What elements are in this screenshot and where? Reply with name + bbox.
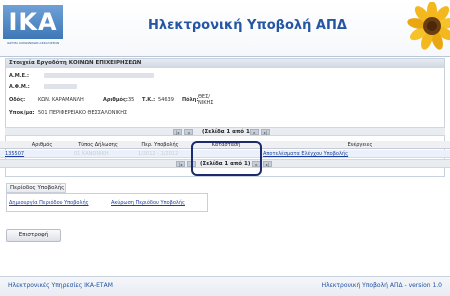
back-button[interactable]: Επιστροφή — [6, 229, 61, 242]
page-footer: Ηλεκτρονικές Υπηρεσίες ΙΚΑ-ΕΤΑΜ Ηλεκτρον… — [0, 276, 450, 296]
first-page-button-bottom[interactable]: |◂ — [176, 161, 185, 167]
branch-label: Υποκ/μα: — [9, 110, 35, 116]
sunflower-icon — [407, 2, 450, 50]
street-value: ΚΩΝ. ΚΑΡΑΜΑΝΛΗ — [38, 97, 84, 103]
city-value-line2: ΝΙΚΗΣ — [198, 100, 214, 106]
submission-number-link[interactable]: 135507 — [5, 150, 24, 158]
afm-value-redacted — [44, 84, 77, 89]
city-label: Πόλη: — [182, 97, 199, 103]
column-header-period[interactable]: Περ. Υποβολής — [130, 141, 190, 149]
period-panel: Δημιουργία Περιόδου Υποβολής Ακύρωση Περ… — [6, 193, 208, 212]
ika-logo: IKA ΙΔΡΥΜΑ ΚΟΙΝΩΝΙΚΩΝ ΑΣΦΑΛΙΣΕΩΝ — [3, 5, 63, 47]
submission-period: 1/2012 - 1/2012 — [138, 151, 179, 157]
ame-value-redacted — [44, 73, 154, 78]
app-title: Ηλεκτρονική Υποβολή ΑΠΔ — [148, 18, 347, 33]
column-header-type[interactable]: Τύπος Δήλωσης — [68, 141, 128, 149]
footer-left-text: Ηλεκτρονικές Υπηρεσίες ΙΚΑ-ΕΤΑΜ — [8, 282, 113, 289]
next-page-button[interactable]: ▸ — [250, 129, 259, 135]
declaration-type: 01 ΚΑΝΟΝΙΚΗ — [74, 151, 109, 157]
street-label: Οδός: — [9, 97, 26, 103]
afm-label: Α.Φ.Μ.: — [9, 84, 30, 90]
postal-code-value: 54639 — [158, 97, 174, 103]
check-results-link[interactable]: Αποτελέσματα Ελέγχου Υποβολής — [263, 150, 348, 158]
status-highlight-callout — [191, 141, 262, 176]
logo-mark: IKA — [3, 5, 63, 39]
last-page-button-bottom[interactable]: ▸| — [263, 161, 272, 167]
prev-page-button[interactable]: ◂ — [184, 129, 193, 135]
pager-top: |◂ ◂ (Σελίδα 1 από 1) ▸ ▸| — [5, 127, 445, 136]
logo-subtext: ΙΔΡΥΜΑ ΚΟΙΝΩΝΙΚΩΝ ΑΣΦΑΛΙΣΕΩΝ — [6, 41, 60, 45]
number-value: 35 — [128, 97, 135, 103]
employer-section-title: Στοιχεία Εργοδότη ΚΟΙΝΩΝ ΕΠΙΧΕΙΡΗΣΕΩΝ — [6, 59, 444, 68]
period-tab[interactable]: Περίοδος Υποβολής — [6, 183, 66, 193]
number-label: Αριθμός: — [103, 97, 128, 103]
first-page-button[interactable]: |◂ — [173, 129, 182, 135]
header-divider — [0, 56, 450, 57]
postal-code-label: Τ.Κ.: — [142, 97, 156, 103]
create-period-link[interactable]: Δημιουργία Περιόδου Υποβολής — [9, 199, 89, 207]
last-page-button[interactable]: ▸| — [261, 129, 270, 135]
cancel-period-link[interactable]: Ακύρωση Περιόδου Υποβολής — [111, 199, 185, 207]
column-header-actions: Ενέργειες — [347, 142, 373, 148]
branch-value: 501 ΠΕΡΙΦΕΡΕΙΑΚΟ ΘΕΣΣΑΛΟΝΙΚΗΣ — [38, 110, 128, 116]
pager-text: (Σελίδα 1 από 1) — [202, 129, 253, 135]
ame-label: Α.Μ.Ε.: — [9, 73, 29, 79]
column-header-number[interactable]: Αριθμός — [22, 141, 62, 149]
footer-right-text: Ηλεκτρονική Υποβολή ΑΠΔ - version 1.0 — [321, 282, 442, 289]
page-header: IKA ΙΔΡΥΜΑ ΚΟΙΝΩΝΙΚΩΝ ΑΣΦΑΛΙΣΕΩΝ Ηλεκτρο… — [0, 0, 450, 56]
